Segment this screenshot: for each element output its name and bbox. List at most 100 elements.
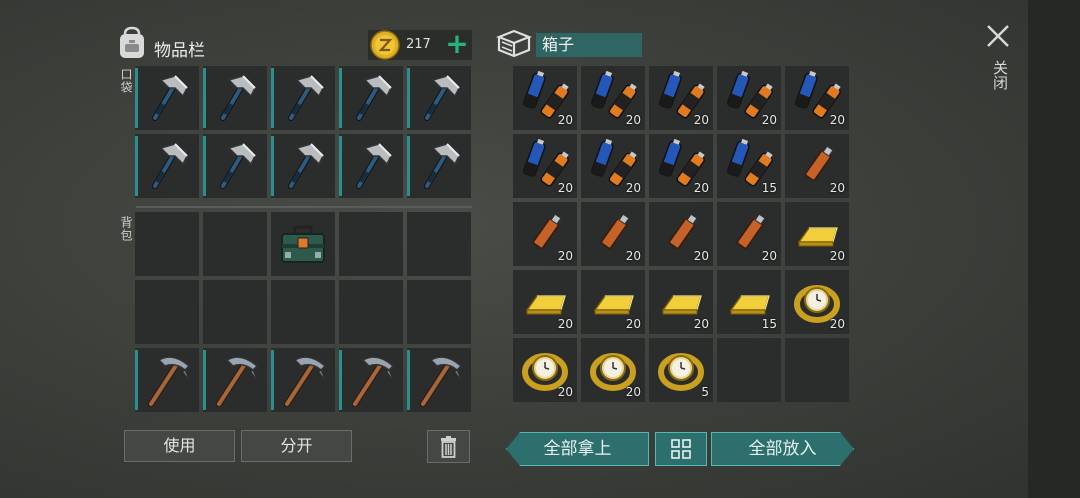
item-quantity: 15 (761, 181, 777, 195)
hatchet-icon (288, 75, 324, 121)
coin-count: 217 (406, 37, 431, 52)
pocket-slot[interactable] (203, 134, 267, 198)
add-coins-button[interactable]: + (444, 30, 470, 60)
pocket-slot[interactable] (407, 134, 471, 198)
backpack-slot[interactable] (339, 280, 403, 344)
item-quantity: 20 (625, 113, 641, 127)
backpack-slot[interactable] (339, 348, 403, 412)
pickaxe-icon (216, 356, 259, 407)
coin-counter: 217 + (368, 30, 472, 60)
section-divider (136, 206, 472, 208)
backpack-slot[interactable] (271, 212, 335, 276)
item-quantity: 20 (625, 181, 641, 195)
backpack-label: 背包 (119, 216, 133, 242)
backpack-slot[interactable] (407, 212, 471, 276)
pickaxe-icon (420, 356, 463, 407)
box-slot[interactable]: 20 (581, 338, 645, 402)
pocket-slot[interactable] (339, 134, 403, 198)
box-slot[interactable]: 20 (649, 66, 713, 130)
backpack-slot[interactable] (135, 348, 199, 412)
item-quantity: 20 (829, 113, 845, 127)
backpack-slot[interactable] (203, 280, 267, 344)
box-slot[interactable]: 20 (785, 66, 849, 130)
pocket-slot[interactable] (135, 134, 199, 198)
sort-button[interactable] (655, 432, 707, 466)
use-button[interactable]: 使用 (124, 430, 235, 462)
item-quantity: 20 (557, 317, 573, 331)
box-slot[interactable]: 20 (513, 134, 577, 198)
item-quantity: 20 (761, 113, 777, 127)
inventory-title: 物品栏 (154, 41, 205, 61)
box-slot[interactable]: 15 (717, 270, 781, 334)
box-slot[interactable]: 5 (649, 338, 713, 402)
hatchet-icon (424, 143, 460, 189)
trash-icon (441, 436, 456, 458)
close-label[interactable]: 关闭 (990, 60, 1011, 90)
box-slot[interactable]: 20 (513, 270, 577, 334)
item-quantity: 15 (761, 317, 777, 331)
backpack-slot[interactable] (271, 348, 335, 412)
box-slot[interactable]: 20 (513, 66, 577, 130)
box-slot[interactable]: 15 (717, 134, 781, 198)
item-quantity: 20 (625, 385, 641, 399)
take-all-button[interactable]: 全部拿上 (506, 432, 649, 466)
backpack-slot[interactable] (407, 280, 471, 344)
backpack-slot[interactable] (339, 212, 403, 276)
box-slot[interactable]: 20 (649, 134, 713, 198)
box-slot[interactable]: 20 (581, 66, 645, 130)
close-icon[interactable] (984, 22, 1012, 50)
box-slot[interactable]: 20 (581, 270, 645, 334)
item-quantity: 20 (693, 317, 709, 331)
split-button[interactable]: 分开 (241, 430, 352, 462)
box-slot[interactable]: 20 (785, 202, 849, 266)
pocket-slot[interactable] (203, 66, 267, 130)
box-slot[interactable]: 20 (649, 270, 713, 334)
box-slot[interactable] (785, 338, 849, 402)
pocket-slot[interactable] (271, 134, 335, 198)
pickaxe-icon (352, 356, 395, 407)
pocket-slot[interactable] (135, 66, 199, 130)
box-grid: 20 20 20 20 20 20 20 20 15 20 20 20 20 20 20 20 20 20 15 20… (513, 66, 849, 402)
coin-icon (370, 30, 400, 60)
box-slot[interactable]: 20 (785, 270, 849, 334)
backpack-slot[interactable] (203, 348, 267, 412)
box-slot[interactable]: 20 (785, 134, 849, 198)
hatchet-icon (424, 75, 460, 121)
box-slot[interactable]: 20 (717, 66, 781, 130)
item-quantity: 20 (557, 113, 573, 127)
box-slot[interactable] (717, 338, 781, 402)
box-slot[interactable]: 20 (513, 338, 577, 402)
box-title: 箱子 (536, 33, 642, 57)
backpack-grid (135, 212, 471, 412)
backpack-slot[interactable] (135, 280, 199, 344)
item-quantity: 20 (829, 249, 845, 263)
box-slot[interactable]: 20 (513, 202, 577, 266)
pocket-label: 口袋 (119, 68, 133, 94)
item-quantity: 20 (625, 317, 641, 331)
box-slot[interactable]: 20 (649, 202, 713, 266)
pocket-slot[interactable] (339, 66, 403, 130)
backpack-slot[interactable] (135, 212, 199, 276)
toolbox-icon (281, 225, 325, 263)
pocket-grid (135, 66, 471, 198)
item-quantity: 20 (761, 249, 777, 263)
box-slot[interactable]: 20 (581, 202, 645, 266)
hatchet-icon (356, 143, 392, 189)
grid-icon (671, 439, 691, 459)
pocket-slot[interactable] (407, 66, 471, 130)
backpack-slot[interactable] (203, 212, 267, 276)
backpack-slot[interactable] (407, 348, 471, 412)
box-slot[interactable]: 20 (581, 134, 645, 198)
item-quantity: 5 (701, 385, 709, 399)
item-quantity: 20 (625, 249, 641, 263)
right-edge-strip (1028, 0, 1080, 498)
pocket-slot[interactable] (271, 66, 335, 130)
put-all-button[interactable]: 全部放入 (711, 432, 854, 466)
item-quantity: 20 (693, 181, 709, 195)
pickaxe-icon (284, 356, 327, 407)
box-slot[interactable]: 20 (717, 202, 781, 266)
pickaxe-icon (148, 356, 191, 407)
item-quantity: 20 (829, 181, 845, 195)
trash-button[interactable] (427, 430, 470, 463)
backpack-slot[interactable] (271, 280, 335, 344)
